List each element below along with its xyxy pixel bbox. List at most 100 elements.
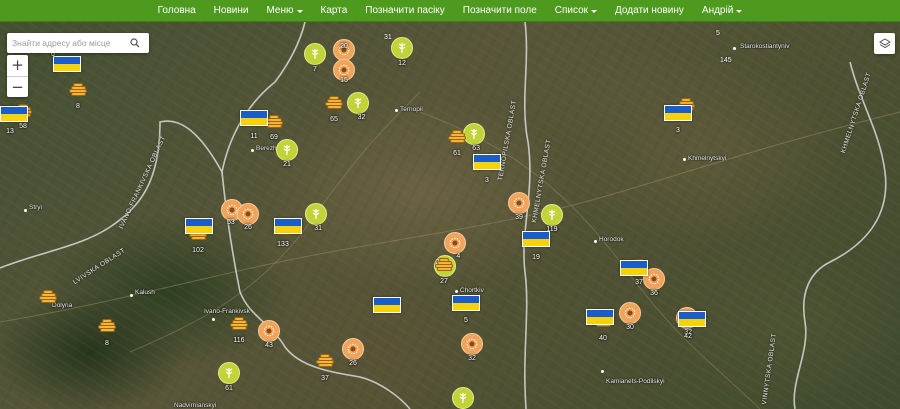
apiary-marker[interactable]: 27 [434, 258, 454, 285]
wheat-field-marker[interactable]: 61 [218, 362, 240, 392]
apiary-marker[interactable]: 8 [97, 319, 117, 347]
chevron-down-icon [591, 9, 598, 13]
place-ternopil: Ternopil [400, 106, 423, 113]
wheat-field-marker[interactable]: 119 [541, 204, 563, 233]
place-dot [212, 318, 215, 321]
chevron-down-icon [296, 9, 303, 13]
top-navbar: Головна Новини Меню Карта Позначити пасі… [0, 0, 900, 22]
layers-icon [878, 37, 891, 48]
flag-marker[interactable] [373, 297, 401, 313]
sunflower-icon [263, 325, 275, 337]
search-button[interactable] [125, 34, 145, 52]
sunflower-icon [242, 208, 254, 220]
sunflower-field-marker[interactable]: 39 [508, 192, 530, 221]
flag-marker[interactable]: 3 [473, 154, 501, 184]
sunflower-field-marker[interactable]: 30 [619, 302, 641, 331]
apiary-marker[interactable] [38, 290, 58, 309]
ukraine-flag-icon [452, 295, 480, 311]
ukraine-flag-icon [185, 218, 213, 234]
sunflower-field-marker[interactable]: 26 [342, 338, 364, 367]
place-kalush: Kalush [135, 289, 155, 296]
beehive-icon [229, 317, 249, 336]
wheat-field-marker[interactable]: 31 [305, 203, 327, 232]
ukraine-flag-icon [274, 218, 302, 234]
sunflower-icon [624, 307, 636, 319]
wheat-icon [398, 43, 406, 53]
place-dot [24, 209, 27, 212]
flag-marker[interactable]: 6 [51, 51, 81, 72]
flag-marker[interactable]: 13 [0, 106, 28, 135]
place-chortkiv: Chortkiv [460, 287, 484, 294]
wheat-icon [225, 368, 233, 378]
ukraine-flag-icon [620, 260, 648, 276]
nav-menu[interactable]: Меню [257, 5, 311, 16]
sunflower-icon [466, 338, 478, 350]
place-dot [130, 294, 133, 297]
sunflower-field-marker[interactable]: 4 [444, 232, 466, 260]
wheat-field-marker[interactable]: 32 [347, 92, 369, 121]
place-starokostiantyniv: Starokostiantyniv [740, 43, 790, 50]
zoom-control: + − [7, 55, 28, 97]
sunflower-icon [338, 64, 350, 76]
flag-marker[interactable] [274, 218, 302, 234]
nav-list[interactable]: Список [546, 5, 606, 16]
wheat-field-marker[interactable]: 21 [276, 139, 298, 168]
place-dot [455, 290, 458, 293]
beehive-icon [324, 96, 344, 115]
wheat-field-marker[interactable]: 7 [304, 43, 326, 73]
wheat-field-marker[interactable]: 12 [391, 37, 413, 67]
place-horodok: Horodok [599, 236, 624, 243]
sunflower-field-marker[interactable]: 20 [333, 39, 355, 61]
nav-user-menu[interactable]: Андрій [693, 5, 751, 16]
ukraine-flag-icon [373, 297, 401, 313]
nav-mark-apiary[interactable]: Позначити пасіку [356, 5, 454, 16]
ukraine-flag-icon [586, 309, 614, 325]
flag-marker[interactable]: 5 [452, 295, 480, 324]
beehive-icon [447, 130, 467, 149]
place-dot [733, 47, 736, 50]
flag-marker[interactable]: 42 [678, 311, 706, 340]
cluster-count: 5 [716, 30, 720, 37]
flag-marker[interactable] [620, 260, 648, 276]
nav-news[interactable]: Новини [205, 5, 258, 16]
sunflower-field-marker[interactable]: 26 [237, 203, 259, 231]
place-dot [251, 149, 254, 152]
wheat-icon [354, 98, 362, 108]
nav-map[interactable]: Карта [312, 5, 357, 16]
beehive-icon [315, 354, 335, 373]
search-input[interactable] [7, 34, 125, 52]
place-ivano-frankivsk: Ivano-Frankivsk [204, 308, 250, 315]
apiary-marker[interactable]: 65 [324, 96, 344, 123]
satellite-map[interactable]: TERNOPILSKA OBLAST KHMELNYTSKA OBLAST IV… [0, 22, 900, 409]
place-stryi: Stryi [29, 204, 42, 211]
flag-marker[interactable] [185, 218, 213, 234]
zoom-out-button[interactable]: − [7, 76, 28, 97]
layers-button[interactable] [874, 33, 895, 54]
flag-marker[interactable] [586, 309, 614, 325]
sunflower-icon [648, 273, 660, 285]
place-dot [594, 240, 597, 243]
apiary-marker[interactable]: 61 [447, 130, 467, 157]
wheat-icon [312, 209, 320, 219]
nav-mark-field[interactable]: Позначити поле [454, 5, 546, 16]
sunflower-field-marker[interactable]: 43 [258, 320, 280, 349]
cluster-count: 145 [720, 57, 732, 64]
wheat-field-marker[interactable] [452, 387, 474, 409]
nav-add-news[interactable]: Додати новину [606, 5, 693, 16]
flag-marker[interactable]: 3 [664, 105, 692, 134]
ukraine-flag-icon [0, 106, 28, 122]
nav-home[interactable]: Головна [149, 5, 205, 16]
ukraine-flag-icon [678, 311, 706, 327]
wheat-icon [459, 393, 467, 403]
flag-marker[interactable]: 19 [522, 231, 550, 261]
place-dot [395, 109, 398, 112]
apiary-marker[interactable]: 116 [229, 317, 249, 344]
sunflower-field-marker[interactable]: 32 [461, 333, 483, 362]
flag-marker[interactable]: 11 [240, 110, 268, 140]
ukraine-flag-icon [664, 105, 692, 121]
zoom-in-button[interactable]: + [7, 55, 28, 76]
wheat-icon [283, 145, 291, 155]
apiary-marker[interactable]: 8 [68, 83, 88, 110]
sunflower-field-marker[interactable]: 15 [333, 59, 355, 84]
apiary-marker[interactable]: 37 [315, 354, 335, 382]
